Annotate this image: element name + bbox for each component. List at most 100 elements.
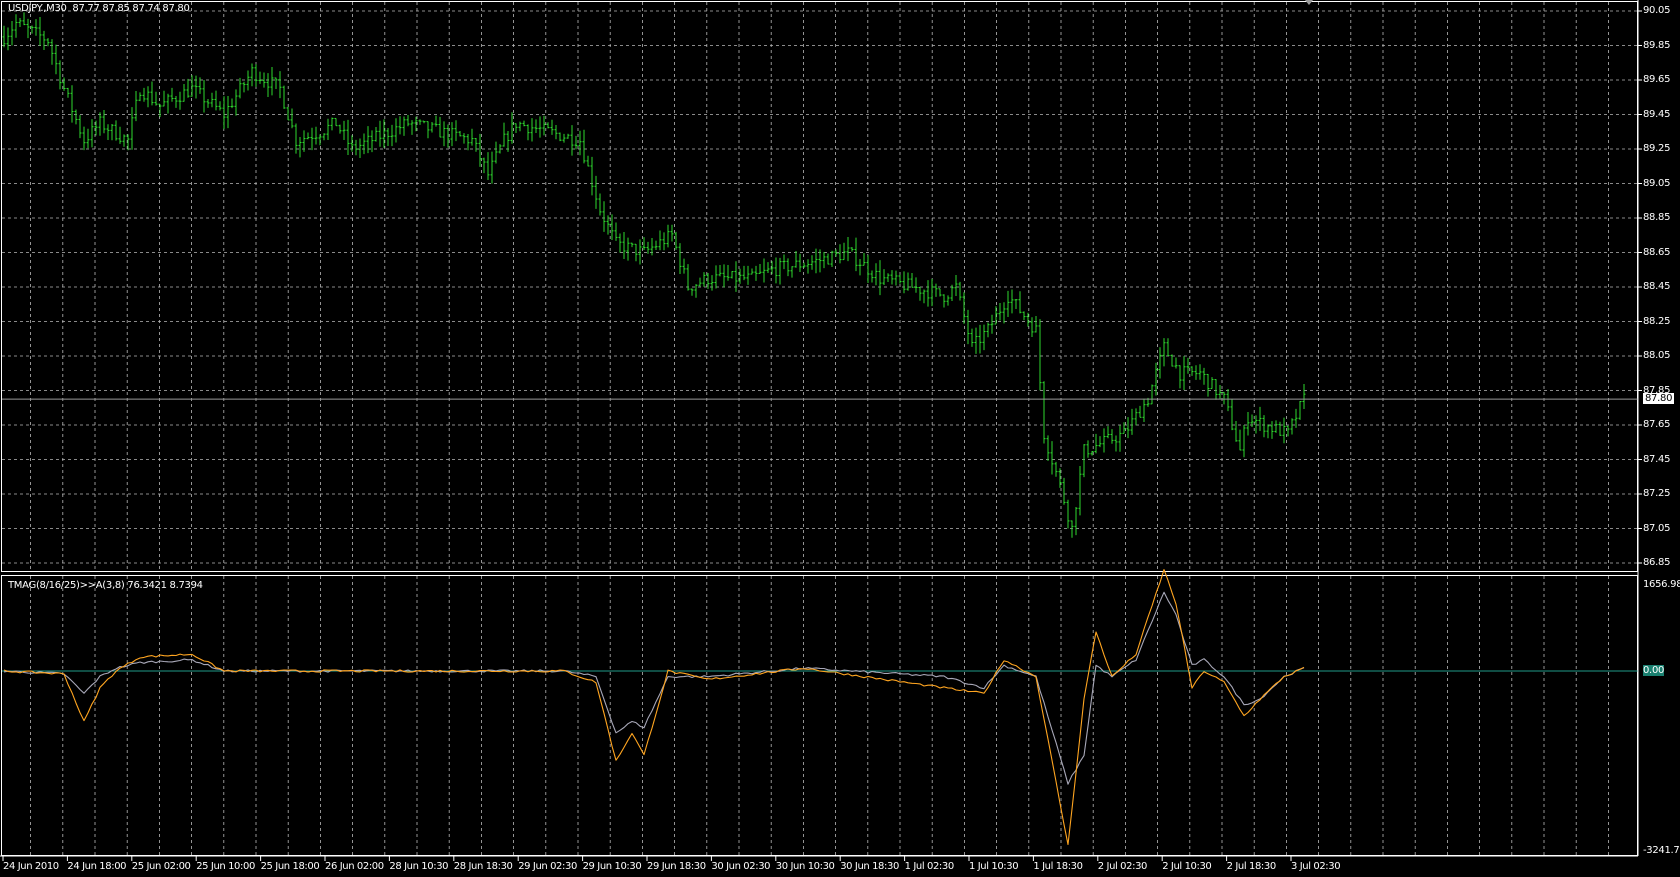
price-bar [618,233,622,253]
price-bar [374,127,378,142]
price-bar [14,14,18,38]
price-bar [398,116,402,135]
price-tick-label: 88.25 [1643,315,1671,327]
price-tick-label: 89.65 [1643,74,1671,85]
price-bar [538,116,542,138]
price-bar [514,123,518,133]
price-bar [1098,436,1102,448]
price-bar [106,124,110,140]
price-bar [930,278,934,307]
indicator-zero-label: 0.00 [1643,665,1664,676]
price-bar [522,120,526,127]
price-bar [1130,408,1134,435]
price-bar [218,101,222,111]
price-bar [286,106,290,121]
price-bar [154,91,158,106]
price-bar [182,83,186,102]
price-bar [626,237,630,261]
price-bar [254,64,258,87]
price-bar [794,251,798,268]
price-bar [186,78,190,98]
price-bar [602,201,606,232]
price-bar [390,124,394,147]
price-bar [70,85,74,123]
price-bar [654,240,658,250]
price-bar [462,133,466,144]
price-bar [1110,429,1114,444]
price-bar [1158,347,1162,379]
price-bar [1258,406,1262,432]
price-bar [486,152,490,180]
price-bar [410,120,414,135]
price-bar [982,324,986,351]
price-bar [1182,356,1186,390]
price-bar [1150,384,1154,405]
price-bar [290,108,294,129]
time-tick-label: 29 Jun 10:30 [582,861,642,872]
price-bar [454,120,458,142]
price-bar [554,125,558,140]
price-bar [426,121,430,139]
price-bar [698,277,702,287]
chart-header: USDJPY.,M30 87.77 87.85 87.74 87.80 [8,3,190,14]
price-bar [474,137,478,152]
price-bar [258,71,262,84]
price-tick-label: 87.45 [1643,453,1671,465]
price-bar [422,120,426,124]
price-bar [1210,377,1214,390]
indicator-max-label: 1656.987 [1643,579,1680,590]
price-bar [82,126,86,151]
price-bar [534,119,538,134]
price-bar [1166,338,1170,357]
price-bar [594,175,598,209]
price-bar [194,75,198,99]
time-tick-label: 25 Jun 18:00 [260,861,320,872]
price-bar [578,130,582,156]
price-bar [26,18,30,39]
price-bar [118,126,122,144]
time-tick-label: 25 Jun 02:00 [131,861,191,872]
price-bar [1242,425,1246,458]
price-bar [1126,417,1130,439]
price-bar [858,258,862,276]
price-bar [98,112,102,136]
price-bar [166,93,170,114]
price-bar [934,283,938,297]
price-bar [438,116,442,138]
price-bar [1046,435,1050,461]
price-bar [962,292,966,324]
price-bar [490,151,494,184]
price-bar [210,92,214,108]
price-bar [406,115,410,127]
price-bar [242,81,246,93]
chart-canvas [0,0,1642,861]
price-tick-label: 88.05 [1643,350,1671,361]
price-bar [642,237,646,250]
price-bar [866,255,870,284]
price-bar [162,90,166,107]
price-bar [114,120,118,141]
price-bar [990,314,994,334]
price-bar [310,127,314,151]
price-bar [886,273,890,282]
price-bar [1162,338,1166,367]
price-bar [54,44,58,75]
price-bar [1222,391,1226,405]
price-bar [862,253,866,266]
price-bar [710,275,714,291]
price-bar [362,133,366,155]
price-bar [678,243,682,275]
price-bar [266,73,270,98]
price-bar [158,103,162,118]
time-tick-label: 1 Jul 18:30 [1033,861,1083,872]
price-bar [42,30,46,51]
price-tick-label: 88.45 [1643,281,1671,292]
price-bar [74,109,78,125]
price-bar [998,303,1002,321]
indicator-min-label: -3241.75 [1643,845,1680,856]
time-tick-label: 30 Jun 10:30 [775,861,835,872]
price-bar [1082,444,1086,478]
price-bar [918,286,922,301]
price-bar [846,237,850,262]
price-bar [786,258,790,277]
